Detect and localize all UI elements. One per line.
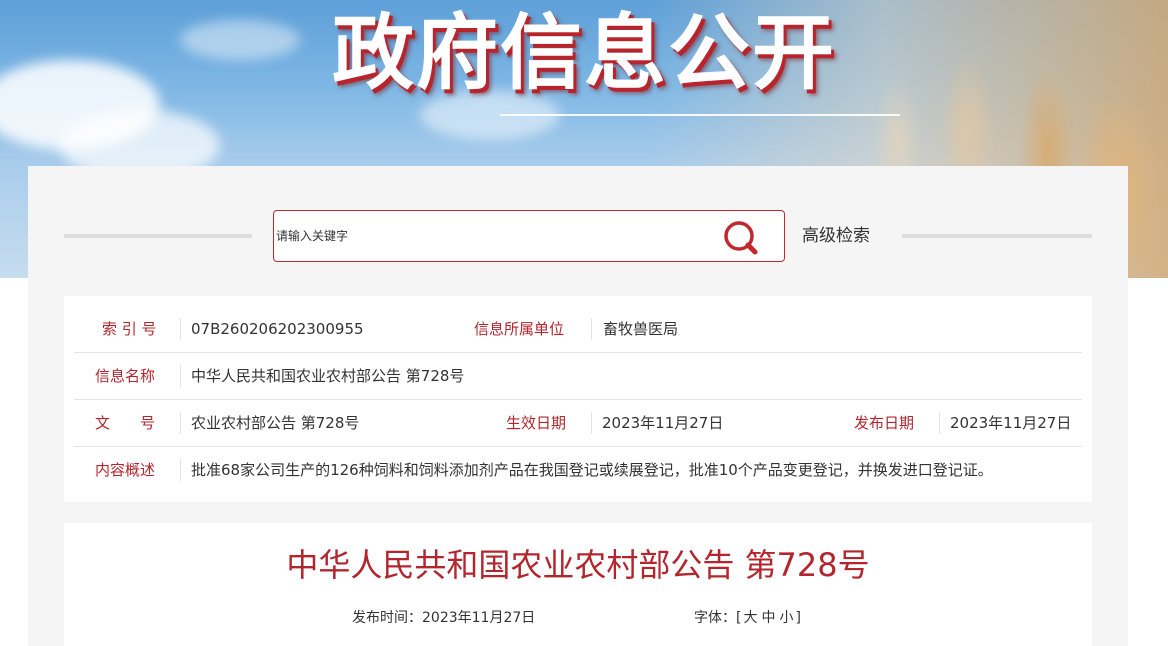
info-row-doc: 文 号 农业农村部公告 第728号 生效日期 2023年11月27日 发布日期 …: [74, 400, 1082, 447]
article: 中华人民共和国农业农村部公告 第728号 发布时间：2023年11月27日 字体…: [64, 523, 1092, 646]
main-panel: 高级检索 索 引 号 07B260206202300955 信息所属单位 畜牧兽…: [28, 166, 1128, 646]
column-separator: [180, 318, 181, 340]
search-icon: [724, 221, 758, 255]
column-separator: [591, 412, 592, 434]
font-size-label: 字体：: [694, 610, 736, 626]
summary-value: 批准68家公司生产的126种饲料和饲料添加剂产品在我国登记或续展登记，批准10个…: [191, 461, 993, 479]
font-size-selector: 字体：[大中小]: [694, 607, 801, 629]
font-small-button[interactable]: 小: [777, 610, 795, 626]
search-box: [273, 210, 785, 262]
column-separator: [180, 459, 181, 481]
search-bar: 高级检索: [28, 210, 1128, 262]
unit-value: 畜牧兽医局: [603, 320, 679, 338]
search-button[interactable]: [720, 217, 762, 257]
font-large-button[interactable]: 大: [741, 610, 759, 626]
doc-number-value: 农业农村部公告 第728号: [191, 414, 360, 432]
column-separator: [180, 412, 181, 434]
effective-date-label: 生效日期: [506, 414, 567, 432]
publish-time-label: 发布时间：: [352, 610, 422, 626]
effective-date-value: 2023年11月27日: [602, 414, 724, 432]
index-value: 07B260206202300955: [191, 320, 364, 338]
unit-label: 信息所属单位: [474, 320, 565, 338]
column-separator: [180, 365, 181, 387]
divider-left: [64, 234, 252, 238]
font-bracket-close: ]: [795, 610, 801, 626]
banner-title: 政府信息公开: [332, 6, 837, 101]
search-input[interactable]: [276, 223, 706, 249]
info-row-index: 索 引 号 07B260206202300955 信息所属单位 畜牧兽医局: [74, 306, 1082, 353]
publish-date-label: 发布日期: [854, 414, 915, 432]
summary-label: 内容概述: [95, 461, 156, 479]
info-row-summary: 内容概述 批准68家公司生产的126种饲料和饲料添加剂产品在我国登记或续展登记，…: [74, 447, 1082, 494]
doc-number-label: 文 号: [95, 414, 156, 432]
article-title: 中华人民共和国农业农村部公告 第728号: [286, 546, 870, 584]
divider-right: [902, 234, 1092, 238]
publish-time: 发布时间：2023年11月27日: [352, 607, 535, 629]
advanced-search-link[interactable]: 高级检索: [802, 223, 870, 249]
publish-date-value: 2023年11月27日: [950, 414, 1072, 432]
column-separator: [591, 318, 592, 340]
info-row-name: 信息名称 中华人民共和国农业农村部公告 第728号: [74, 353, 1082, 400]
banner-underline: [500, 114, 900, 116]
publish-time-value: 2023年11月27日: [422, 610, 536, 626]
column-separator: [939, 412, 940, 434]
name-value: 中华人民共和国农业农村部公告 第728号: [191, 367, 465, 385]
info-table: 索 引 号 07B260206202300955 信息所属单位 畜牧兽医局 信息…: [64, 296, 1092, 502]
index-label: 索 引 号: [102, 320, 157, 338]
name-label: 信息名称: [95, 367, 156, 385]
banner-cloud: [180, 20, 300, 60]
font-medium-button[interactable]: 中: [759, 610, 777, 626]
